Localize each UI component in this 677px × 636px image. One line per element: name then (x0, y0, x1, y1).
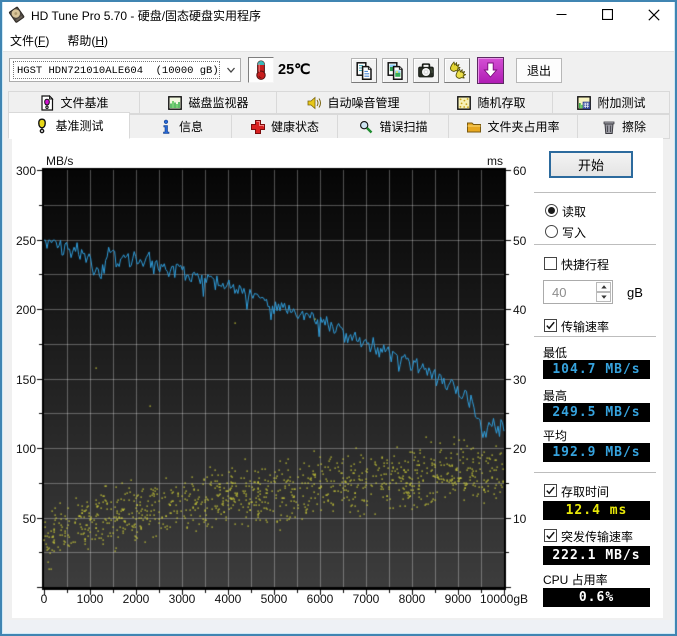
burst-label: 突发传输速率 (561, 530, 634, 544)
access-time-checkbox[interactable] (544, 484, 557, 497)
write-label: 写入 (562, 226, 587, 240)
access-time-label: 存取时间 (561, 485, 610, 499)
app-window: HD Tune Pro 5.70 - 硬盘/固态硬盘实用程序 文件(F) 帮助(… (0, 0, 677, 636)
read-label: 读取 (562, 205, 587, 219)
avg-value-display: 192.9 MB/s (543, 443, 650, 462)
check-icon (546, 486, 555, 495)
right-axis-unit: ms (487, 154, 503, 168)
min-value-display: 104.7 MB/s (543, 360, 650, 379)
shortstroke-value: 40 (552, 285, 567, 300)
check-icon (546, 321, 555, 330)
separator (534, 192, 656, 193)
shortstroke-unit: gB (627, 285, 643, 300)
right-axis-tick-label: 10 (513, 511, 527, 526)
transfer-label: 传输速率 (561, 320, 610, 334)
left-axis-tick-label: 250 (15, 233, 36, 248)
right-axis-tick-label: 40 (513, 303, 527, 317)
tab-benchmark[interactable]: 基准测试 (8, 112, 130, 139)
spin-down-button[interactable] (596, 292, 611, 302)
left-axis-tick-label: 200 (15, 303, 36, 317)
check-icon (546, 531, 555, 540)
shortstroke-spinner[interactable]: 40 (543, 280, 613, 304)
min-label: 最低 (543, 346, 568, 360)
right-axis-tick-label: 50 (513, 233, 527, 248)
avg-label: 平均 (543, 429, 568, 443)
read-radio[interactable] (545, 204, 558, 217)
shortstroke-checkbox[interactable] (544, 257, 557, 270)
x-axis-tick-label: 10000gB (479, 592, 529, 606)
window-bottom-frame (0, 620, 677, 636)
separator (534, 336, 656, 337)
max-label: 最高 (543, 389, 568, 403)
shortstroke-label: 快捷行程 (561, 258, 610, 272)
spin-down-icon (600, 295, 607, 299)
left-axis-tick-label: 300 (15, 164, 36, 178)
left-axis-tick-label: 50 (22, 511, 36, 526)
spin-up-icon (600, 285, 607, 289)
separator (534, 472, 656, 473)
spin-up-button[interactable] (596, 282, 611, 292)
access-time-display: 12.4 ms (543, 501, 650, 520)
right-axis-tick-label: 20 (513, 442, 527, 456)
left-axis-tick-label: 100 (15, 442, 36, 456)
burst-checkbox[interactable] (544, 529, 557, 542)
write-radio[interactable] (545, 225, 558, 238)
left-axis-tick-label: 150 (15, 372, 36, 387)
left-axis-unit: MB/s (46, 154, 74, 168)
cpu-display: 0.6% (543, 588, 650, 607)
max-value-display: 249.5 MB/s (543, 403, 650, 422)
burst-display: 222.1 MB/s (543, 546, 650, 565)
separator (534, 244, 656, 245)
transfer-checkbox[interactable] (544, 319, 557, 332)
cpu-label: CPU 占用率 (543, 573, 608, 587)
right-axis-tick-label: 60 (513, 164, 527, 178)
right-axis-tick-label: 30 (513, 372, 527, 387)
benchmark-icon (38, 117, 47, 133)
start-button[interactable]: 开始 (549, 151, 633, 178)
